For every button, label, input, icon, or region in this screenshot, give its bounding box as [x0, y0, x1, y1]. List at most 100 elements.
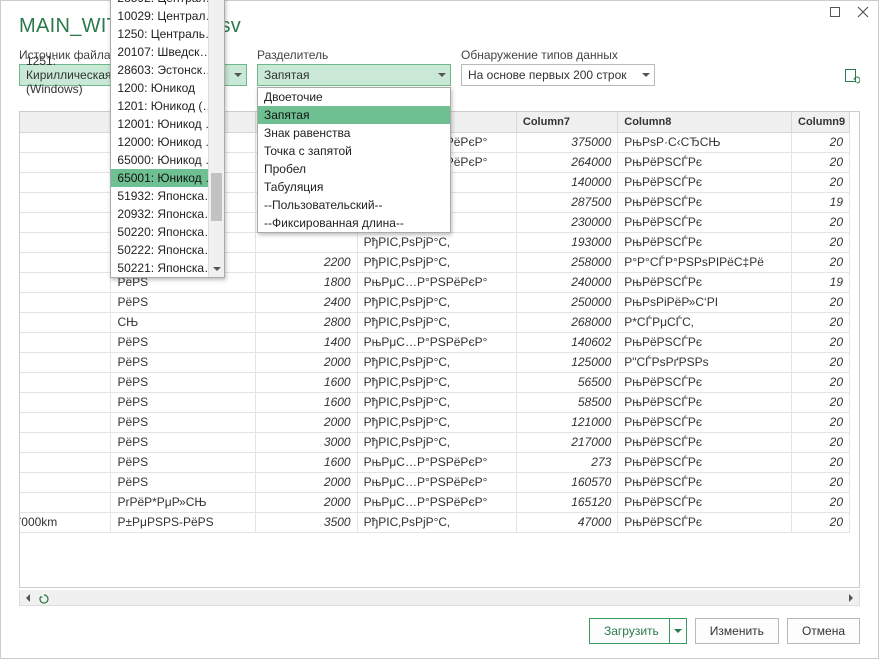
origin-dropdown[interactable]: 1251: Кириллическая (Windows) 10017: Укр… — [19, 64, 247, 86]
table-cell: 20 — [792, 172, 850, 192]
table-cell: 1600 — [256, 392, 357, 412]
reload-preview-icon[interactable] — [38, 592, 50, 610]
column-header[interactable]: Column7 — [516, 112, 617, 132]
delimiter-option[interactable]: --Фиксированная длина-- — [258, 214, 450, 232]
cancel-button[interactable]: Отмена — [787, 618, 860, 644]
delimiter-option[interactable]: Точка с запятой — [258, 142, 450, 160]
table-cell: Р"СЃРѕРґРЅРѕ — [618, 352, 792, 372]
table-cell: 20 — [792, 492, 850, 512]
table-cell: РrРёР*РμР»СЊ — [111, 492, 256, 512]
delimiter-option[interactable]: Пробел — [258, 160, 450, 178]
table-cell — [19, 152, 111, 172]
table-cell: 1800 — [256, 272, 357, 292]
delimiter-option[interactable]: Знак равенства — [258, 124, 450, 142]
load-button[interactable]: Загрузить — [589, 618, 669, 644]
table-row: СЊ2800РђРІС‚РѕРјР°С‚268000Р*СЃРμСЃС‚20 — [19, 312, 850, 332]
table-cell: 287500 — [516, 192, 617, 212]
chevron-down-icon — [234, 73, 242, 77]
table-row: Mercedes-BenzML-KlasseML350 4Matic 47000… — [19, 512, 850, 532]
table-cell — [256, 232, 357, 252]
table-cell: РњРёРЅСЃРє — [618, 432, 792, 452]
column-header[interactable]: Column8 — [618, 112, 792, 132]
delimiter-option[interactable]: --Пользовательский-- — [258, 196, 450, 214]
window-restore-icon[interactable] — [828, 5, 842, 24]
table-cell — [19, 132, 111, 152]
load-dropdown-toggle[interactable] — [669, 618, 687, 644]
scroll-left-icon[interactable] — [20, 590, 36, 605]
detection-dropdown[interactable]: На основе первых 200 строк — [461, 64, 655, 86]
table-cell: 2000 — [256, 492, 357, 512]
table-cell: РњРёРЅСЃРє — [618, 332, 792, 352]
table-cell: 20 — [792, 472, 850, 492]
delimiter-option[interactable]: Запятая — [258, 106, 450, 124]
origin-dropdown-list[interactable]: 10017: Украинская (Mac)863: Французская … — [110, 0, 225, 278]
table-cell — [19, 312, 111, 332]
chevron-down-icon — [438, 73, 446, 77]
table-cell: 20 — [792, 392, 850, 412]
table-cell: 2000 — [256, 412, 357, 432]
table-cell — [19, 472, 111, 492]
table-cell: 258000 — [516, 252, 617, 272]
delimiter-dropdown[interactable]: Запятая ДвоеточиеЗапятаяЗнак равенстваТо… — [257, 64, 451, 86]
table-row: РёPS2400РђРІС‚РѕРјР°С‚250000РњРѕРіРёР»С‘… — [19, 292, 850, 312]
refresh-icon[interactable] — [844, 68, 860, 89]
table-cell — [19, 172, 111, 192]
delimiter-option[interactable]: Двоеточие — [258, 88, 450, 106]
table-cell: 140602 — [516, 332, 617, 352]
table-cell — [19, 252, 111, 272]
table-cell — [19, 212, 111, 232]
table-cell: РњРёРЅСЃРє — [618, 372, 792, 392]
table-cell: РёPS — [111, 472, 256, 492]
table-cell: 2800 — [256, 312, 357, 332]
origin-selected: 1251: Кириллическая (Windows) — [26, 54, 111, 96]
table-cell: РђРІС‚РѕРјР°С‚ — [357, 512, 516, 532]
table-row: РёPS1600РђРІС‚РѕРјР°С‚58500РњРёРЅСЃРє20 — [19, 392, 850, 412]
table-cell: 250000 — [516, 292, 617, 312]
table-cell: 20 — [792, 352, 850, 372]
load-split-button[interactable]: Загрузить — [589, 618, 687, 644]
table-cell: 268000 — [516, 312, 617, 332]
table-cell: РњРμС…Р°РЅРёРєР° — [357, 452, 516, 472]
table-cell: 20 — [792, 132, 850, 152]
table-cell — [19, 232, 111, 252]
table-cell: 20 — [792, 512, 850, 532]
table-cell: 264000 — [516, 152, 617, 172]
close-icon[interactable] — [856, 5, 870, 24]
table-cell: 2400 — [256, 292, 357, 312]
table-row: РёPS1600РђРІС‚РѕРјР°С‚56500РњРёРЅСЃРє20 — [19, 372, 850, 392]
column-header[interactable]: Column9 — [792, 112, 850, 132]
table-cell: РњРёРЅСЃРє — [618, 472, 792, 492]
table-cell: РњРёРЅСЃРє — [618, 192, 792, 212]
scroll-down-icon[interactable] — [209, 261, 224, 277]
scroll-thumb[interactable] — [211, 173, 222, 221]
table-cell: РњРѕРіРёР»С‘РІ — [618, 292, 792, 312]
table-cell: 3000 — [256, 432, 357, 452]
table-cell: Р*СЃРμСЃС‚ — [618, 312, 792, 332]
table-cell — [19, 192, 111, 212]
table-cell: РёPS — [111, 452, 256, 472]
table-cell: РњРѕР·С‹СЂСЊ — [618, 132, 792, 152]
horizontal-scrollbar[interactable] — [19, 590, 860, 606]
table-cell: 20 — [792, 412, 850, 432]
delimiter-dropdown-list[interactable]: ДвоеточиеЗапятаяЗнак равенстваТочка с за… — [257, 87, 451, 233]
table-cell: 20 — [792, 212, 850, 232]
table-cell: РњРёРЅСЃРє — [618, 512, 792, 532]
table-cell: 193000 — [516, 232, 617, 252]
table-cell: РђРІС‚РѕРјР°С‚ — [357, 392, 516, 412]
table-cell: 273 — [516, 452, 617, 472]
column-header[interactable] — [19, 112, 111, 132]
origin-list-scrollbar[interactable] — [208, 0, 224, 277]
table-cell: РёPS — [111, 372, 256, 392]
table-cell: СЊ — [111, 312, 256, 332]
table-cell — [19, 492, 111, 512]
table-cell — [19, 292, 111, 312]
table-cell — [19, 352, 111, 372]
table-cell — [19, 332, 111, 352]
chevron-down-icon — [674, 629, 682, 633]
scroll-right-icon[interactable] — [843, 590, 859, 605]
edit-button[interactable]: Изменить — [695, 618, 779, 644]
table-cell: 58500 — [516, 392, 617, 412]
detection-label: Обнаружение типов данных — [461, 48, 655, 62]
delimiter-option[interactable]: Табуляция — [258, 178, 450, 196]
table-cell: РњРμС…Р°РЅРёРєР° — [357, 272, 516, 292]
